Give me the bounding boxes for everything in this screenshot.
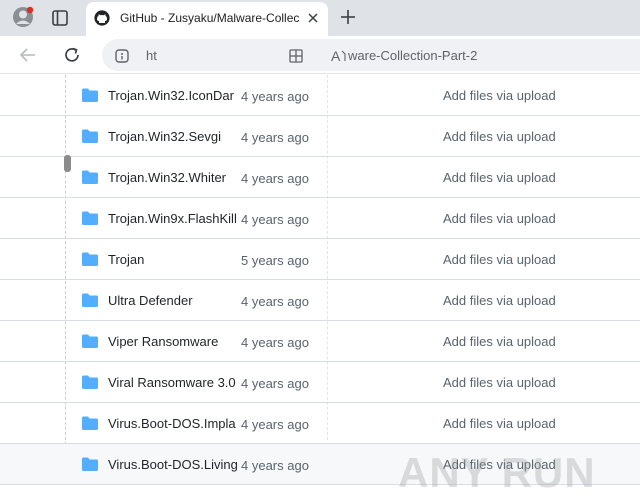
commit-message-link[interactable]: Add files via upload — [443, 211, 556, 226]
commit-date: 4 years ago — [241, 417, 309, 432]
watermark: ANY RUN — [398, 445, 598, 497]
commit-message-link[interactable]: Add files via upload — [443, 88, 556, 103]
commit-message-link[interactable]: Add files via upload — [443, 170, 556, 185]
folder-icon — [82, 129, 98, 143]
tab-strip: GitHub - Zusyaku/Malware-Collec — [0, 0, 640, 36]
commit-date: 4 years ago — [241, 171, 309, 186]
folder-icon — [82, 375, 98, 389]
back-icon[interactable] — [18, 45, 38, 65]
folder-icon — [82, 252, 98, 266]
scrollbar-thumb[interactable] — [64, 155, 71, 172]
commit-date: 4 years ago — [241, 294, 309, 309]
omnibox[interactable]: ht A ware-Collection-Part-2 — [102, 39, 640, 71]
commit-date: 5 years ago — [241, 253, 309, 268]
tab-actions-icon[interactable] — [50, 8, 70, 28]
apps-icon[interactable] — [288, 48, 304, 64]
commit-message-link[interactable]: Add files via upload — [443, 252, 556, 267]
folder-icon — [82, 170, 98, 184]
commit-message-link[interactable]: Add files via upload — [443, 293, 556, 308]
new-tab-icon[interactable] — [338, 7, 358, 27]
commit-message-link[interactable]: Add files via upload — [443, 375, 556, 390]
folder-icon — [82, 293, 98, 307]
profile-icon[interactable] — [12, 6, 34, 28]
folder-icon — [82, 211, 98, 225]
address-bar-row: ht A ware-Collection-Part-2 — [0, 36, 640, 74]
table-row[interactable]: Viral Ransomware 3.0 4 years ago Add files… — [0, 362, 640, 403]
folder-name-link[interactable]: Ultra Defender — [108, 293, 240, 308]
commit-date: 4 years ago — [241, 335, 309, 350]
table-row[interactable]: Trojan.Win32.Whiter 4 years ago Add files … — [0, 157, 640, 198]
commit-message-link[interactable]: Add files via upload — [443, 129, 556, 144]
folder-name-link[interactable]: Trojan.Win32.IconDar — [108, 88, 240, 103]
commit-date: 4 years ago — [241, 376, 309, 391]
url-text-suffix: ware-Collection-Part-2 — [348, 48, 478, 63]
table-row[interactable]: Ultra Defender 4 years ago Add files via u… — [0, 280, 640, 321]
table-row[interactable]: Trojan.Win9x.FlashKill 4 years ago Add fil… — [0, 198, 640, 239]
commit-date: 4 years ago — [241, 458, 309, 473]
active-tab[interactable]: GitHub - Zusyaku/Malware-Collec — [86, 2, 328, 36]
commit-message-link[interactable]: Add files via upload — [443, 334, 556, 349]
folder-icon — [82, 88, 98, 102]
folder-name-link[interactable]: Viral Ransomware 3.0 — [108, 375, 240, 390]
folder-name-link[interactable]: Trojan — [108, 252, 240, 267]
folder-icon — [82, 334, 98, 348]
folder-name-link[interactable]: Viper Ransomware — [108, 334, 240, 349]
watermark-text: ANY RUN — [398, 449, 596, 496]
site-info-icon[interactable] — [114, 48, 130, 64]
folder-name-link[interactable]: Trojan.Win9x.FlashKill — [108, 211, 240, 226]
commit-date: 4 years ago — [241, 130, 309, 145]
table-row[interactable]: Virus.Boot-DOS.Impla 4 years ago Add files… — [0, 403, 640, 444]
table-row[interactable]: Viper Ransomware 4 years ago Add files via… — [0, 321, 640, 362]
github-icon — [94, 10, 110, 26]
folder-icon — [82, 457, 98, 471]
close-icon[interactable] — [306, 11, 320, 25]
folder-name-link[interactable]: Virus.Boot-DOS.Impla — [108, 416, 240, 431]
url-text: ht — [146, 48, 157, 63]
folder-name-link[interactable]: Trojan.Win32.Whiter — [108, 170, 240, 185]
commit-date: 4 years ago — [241, 89, 309, 104]
tab-title: GitHub - Zusyaku/Malware-Collec — [120, 11, 300, 25]
folder-name-link[interactable]: Trojan.Win32.Sevgi — [108, 129, 240, 144]
table-row[interactable]: Trojan.Win32.IconDar 4 years ago Add files… — [0, 75, 640, 116]
folder-icon — [82, 416, 98, 430]
reload-icon[interactable] — [62, 45, 82, 65]
file-list: Trojan.Win32.IconDar 4 years ago Add files… — [0, 75, 640, 496]
commit-message-link[interactable]: Add files via upload — [443, 416, 556, 431]
commit-date: 4 years ago — [241, 212, 309, 227]
reader-icon[interactable]: A — [330, 47, 348, 65]
table-row[interactable]: Trojan.Win32.Sevgi 4 years ago Add files v… — [0, 116, 640, 157]
table-row[interactable]: Trojan 5 years ago Add files via upload — [0, 239, 640, 280]
folder-name-link[interactable]: Virus.Boot-DOS.Living — [108, 457, 240, 472]
svg-text:A: A — [331, 48, 341, 64]
